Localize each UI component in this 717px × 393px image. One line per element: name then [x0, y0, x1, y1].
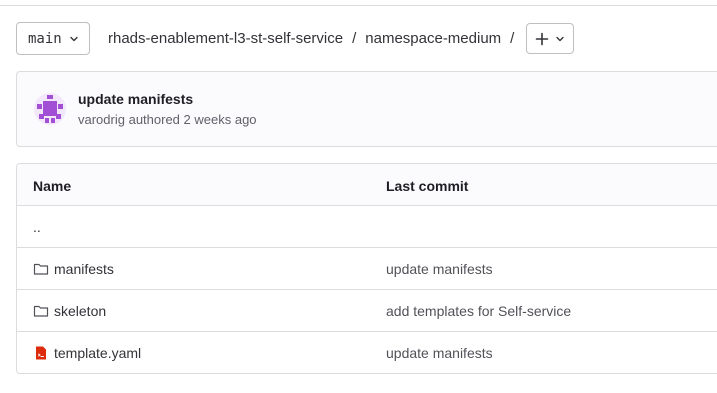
last-commit-card: update manifests varodrig authored 2 wee… [16, 71, 717, 147]
file-name-link[interactable]: manifests [33, 261, 114, 277]
table-header: Name Last commit [17, 164, 717, 206]
chevron-down-icon [70, 36, 78, 41]
breadcrumb-separator: / [352, 30, 357, 47]
breadcrumb: rhads-enablement-l3-st-self-service / na… [108, 30, 523, 47]
top-divider [0, 5, 717, 6]
column-header-name: Name [33, 178, 72, 194]
file-name-link[interactable]: template.yaml [33, 345, 141, 361]
folder-icon [33, 305, 49, 317]
commit-time: 2 weeks ago [183, 112, 257, 127]
commit-action: authored [128, 112, 180, 127]
column-header-last-commit: Last commit [386, 178, 469, 194]
file-name: skeleton [54, 303, 107, 319]
folder-icon [33, 263, 49, 275]
table-row[interactable]: manifests update manifests [17, 248, 717, 290]
avatar[interactable] [33, 92, 67, 126]
yaml-file-icon [36, 346, 46, 360]
chevron-down-icon [556, 36, 565, 41]
file-tree-table: Name Last commit .. manifests update man… [16, 163, 717, 374]
branch-name: main [28, 30, 62, 47]
plus-icon [536, 32, 549, 45]
breadcrumb-project[interactable]: rhads-enablement-l3-st-self-service [108, 30, 343, 47]
commit-title[interactable]: update manifests [78, 91, 193, 107]
add-to-tree-button[interactable] [526, 23, 575, 54]
last-commit-message[interactable]: add templates for Self-service [386, 303, 571, 319]
parent-directory-link[interactable]: .. [33, 219, 41, 235]
commit-author[interactable]: varodrig [78, 112, 125, 127]
repository-toolbar: main rhads-enablement-l3-st-self-service… [16, 22, 717, 55]
last-commit-message[interactable]: update manifests [386, 345, 493, 361]
breadcrumb-separator: / [510, 30, 515, 47]
table-row-parent[interactable]: .. [17, 206, 717, 248]
file-name: template.yaml [54, 345, 142, 361]
table-row[interactable]: template.yaml update manifests [17, 332, 717, 373]
branch-selector[interactable]: main [16, 22, 90, 55]
commit-meta: varodrig authored 2 weeks ago [78, 112, 257, 127]
file-name: manifests [54, 261, 114, 277]
file-name-link[interactable]: skeleton [33, 303, 106, 319]
table-row[interactable]: skeleton add templates for Self-service [17, 290, 717, 332]
breadcrumb-directory[interactable]: namespace-medium [365, 30, 501, 47]
last-commit-message[interactable]: update manifests [386, 261, 493, 277]
